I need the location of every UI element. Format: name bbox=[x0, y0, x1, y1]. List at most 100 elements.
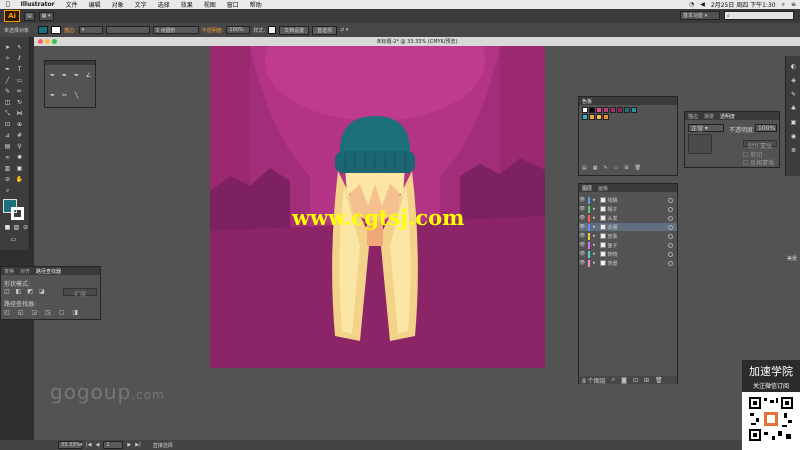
swatch-chip[interactable] bbox=[589, 107, 595, 113]
layer-row[interactable]: 👁 ▸ 面子 bbox=[579, 241, 677, 249]
arrange-icon[interactable]: ⇄ ▾ bbox=[340, 27, 348, 33]
new-group-icon[interactable]: ▭ bbox=[614, 165, 619, 171]
expand-layer-icon[interactable]: ▸ bbox=[593, 206, 596, 212]
trim-icon[interactable]: ◱ bbox=[18, 309, 24, 316]
symbols-panel-icon[interactable]: ♣ bbox=[789, 104, 798, 113]
tab-layers[interactable]: 图层 bbox=[582, 185, 592, 192]
add-anchor-icon[interactable]: ✒ bbox=[60, 71, 69, 80]
variable-width-field[interactable] bbox=[105, 26, 150, 34]
tab-pathfinder[interactable]: 路径查找器 bbox=[36, 268, 61, 275]
swatch-chip[interactable] bbox=[589, 114, 595, 120]
search-input[interactable]: ⌕ bbox=[724, 11, 794, 20]
swatch-options-icon[interactable]: ✎ bbox=[603, 165, 607, 171]
opacity-field[interactable]: 100% bbox=[226, 26, 251, 34]
menu-list-icon[interactable]: ≡ bbox=[791, 1, 796, 8]
layer-row[interactable]: 👁 ▸ 线稿 bbox=[579, 196, 677, 204]
locate-object-icon[interactable]: ⌕ bbox=[612, 376, 615, 384]
blend-tool-icon[interactable]: ∞ bbox=[3, 153, 12, 162]
visibility-eye-icon[interactable]: 👁 bbox=[579, 206, 585, 212]
line-tool-icon[interactable]: ╱ bbox=[3, 76, 12, 85]
first-artboard-icon[interactable]: |◀ bbox=[86, 442, 92, 448]
unite-icon[interactable]: ◫ bbox=[4, 288, 10, 295]
tab-stroke[interactable]: 描边 bbox=[688, 113, 698, 120]
gradient-tool-icon[interactable]: ▤ bbox=[3, 142, 12, 151]
shape-builder-tool-icon[interactable]: ⊕ bbox=[15, 120, 24, 129]
layer-name[interactable]: 面子 bbox=[608, 242, 668, 249]
apple-icon[interactable]:  bbox=[6, 1, 10, 8]
minimize-window-button[interactable] bbox=[45, 39, 50, 44]
layer-name[interactable]: 头发 bbox=[608, 215, 668, 222]
document-setup-button[interactable]: 文档设置 bbox=[279, 25, 310, 35]
none-mode-icon[interactable]: ⊘ bbox=[21, 223, 30, 232]
slice-tool-icon[interactable]: ⊘ bbox=[3, 175, 12, 184]
expand-layer-icon[interactable]: ▸ bbox=[593, 224, 596, 230]
expand-layer-icon[interactable]: ▸ bbox=[593, 242, 596, 248]
appearance-panel-icon[interactable]: ◉ bbox=[789, 132, 798, 141]
layer-row[interactable]: 👁 ▸ 背景 bbox=[579, 259, 677, 267]
merge-icon[interactable]: ◲ bbox=[31, 309, 37, 316]
tearoff-header[interactable] bbox=[45, 61, 95, 65]
anchor-point-icon[interactable]: ∠ bbox=[84, 71, 93, 80]
layer-row[interactable]: 👁 ▸ 衣服 bbox=[579, 223, 677, 231]
mesh-tool-icon[interactable]: # bbox=[15, 131, 24, 140]
layer-row[interactable]: 👁 ▸ 头发 bbox=[579, 214, 677, 222]
layer-row[interactable]: 👁 ▸ 饰物 bbox=[579, 250, 677, 258]
opacity-input[interactable]: 100% bbox=[755, 124, 777, 132]
zoom-window-button[interactable] bbox=[52, 39, 57, 44]
brush-definition[interactable]: 3 点圆形 bbox=[152, 26, 199, 34]
layer-row[interactable]: 👁 ▸ 帽子 bbox=[579, 205, 677, 213]
column-graph-tool-icon[interactable]: ▥ bbox=[3, 164, 12, 173]
expand-layer-icon[interactable]: ▸ bbox=[593, 233, 596, 239]
delete-swatch-icon[interactable]: 🗑 bbox=[635, 165, 641, 171]
scissors-curvature-icon[interactable]: ✒ bbox=[48, 91, 57, 100]
swatch-chip[interactable] bbox=[631, 107, 637, 113]
arrange-documents-button[interactable]: ▦ ▾ bbox=[38, 11, 54, 21]
artboard-tool-icon[interactable]: ▣ bbox=[15, 164, 24, 173]
expand-layer-icon[interactable]: ▸ bbox=[593, 260, 596, 266]
brushes-panel-icon[interactable]: ✎ bbox=[789, 90, 798, 99]
prev-artboard-icon[interactable]: ◀ bbox=[96, 442, 100, 448]
outline-icon[interactable]: ▢ bbox=[59, 309, 65, 316]
search-icon[interactable]: ⌕ bbox=[782, 1, 785, 9]
new-sublayer-icon[interactable]: ⊡ bbox=[633, 377, 638, 384]
clock[interactable]: 2月25日 周四 下午1:30 bbox=[711, 0, 776, 9]
menu-edit[interactable]: 编辑 bbox=[89, 0, 101, 9]
visibility-eye-icon[interactable]: 👁 bbox=[579, 260, 585, 266]
expand-button[interactable]: 扩展 bbox=[63, 288, 97, 298]
current-tool-status[interactable]: 直接选择 bbox=[153, 442, 173, 449]
perspective-grid-tool-icon[interactable]: ⊿ bbox=[3, 131, 12, 140]
type-tool-icon[interactable]: T bbox=[15, 65, 24, 74]
minus-front-icon[interactable]: ◧ bbox=[16, 288, 22, 295]
knife-icon[interactable]: ╲ bbox=[72, 91, 81, 100]
menu-object[interactable]: 对象 bbox=[112, 0, 124, 9]
next-artboard-icon[interactable]: ▶ bbox=[127, 442, 131, 448]
layers-dock-icon[interactable]: ≣ bbox=[789, 146, 798, 155]
opacity-label[interactable]: 不透明度: bbox=[202, 27, 224, 34]
tab-swatches[interactable]: 色板 bbox=[582, 98, 592, 105]
visibility-eye-icon[interactable]: 👁 bbox=[579, 251, 585, 257]
eraser-tool-icon[interactable]: ◫ bbox=[3, 98, 12, 107]
stroke-weight-field[interactable]: ▾ bbox=[78, 26, 103, 34]
swatch-library-icon[interactable]: ▤ bbox=[582, 165, 587, 171]
stroke-color-swatch[interactable] bbox=[11, 207, 24, 220]
swatch-chip[interactable] bbox=[582, 107, 588, 113]
magic-wand-tool-icon[interactable]: ✧ bbox=[3, 54, 12, 63]
visibility-eye-icon[interactable]: 👁 bbox=[579, 242, 585, 248]
fill-swatch[interactable] bbox=[38, 26, 49, 34]
color-mode-icon[interactable]: ■ bbox=[3, 223, 12, 232]
invert-mask-checkbox[interactable]: ☐ 反相蒙版 bbox=[743, 158, 774, 167]
hand-tool-icon[interactable]: ✋ bbox=[15, 175, 24, 184]
zoom-tool-icon[interactable]: ⌕ bbox=[3, 186, 12, 195]
tab-transform[interactable]: 变换 bbox=[4, 268, 14, 275]
preferences-button[interactable]: 首选项 bbox=[312, 25, 338, 35]
visibility-eye-icon[interactable]: 👁 bbox=[579, 233, 585, 239]
delete-anchor-icon[interactable]: ✒ bbox=[72, 71, 81, 80]
tab-artboards[interactable]: 画板 bbox=[598, 185, 608, 192]
divide-icon[interactable]: ◰ bbox=[4, 309, 10, 316]
tab-align[interactable]: 对齐 bbox=[20, 268, 30, 275]
artboard-number-field[interactable]: 1 bbox=[103, 441, 124, 449]
minus-back-icon[interactable]: ◨ bbox=[72, 309, 78, 316]
layer-target-icon[interactable] bbox=[668, 206, 673, 212]
visibility-eye-icon[interactable]: 👁 bbox=[579, 215, 585, 221]
swatch-chip[interactable] bbox=[603, 107, 609, 113]
